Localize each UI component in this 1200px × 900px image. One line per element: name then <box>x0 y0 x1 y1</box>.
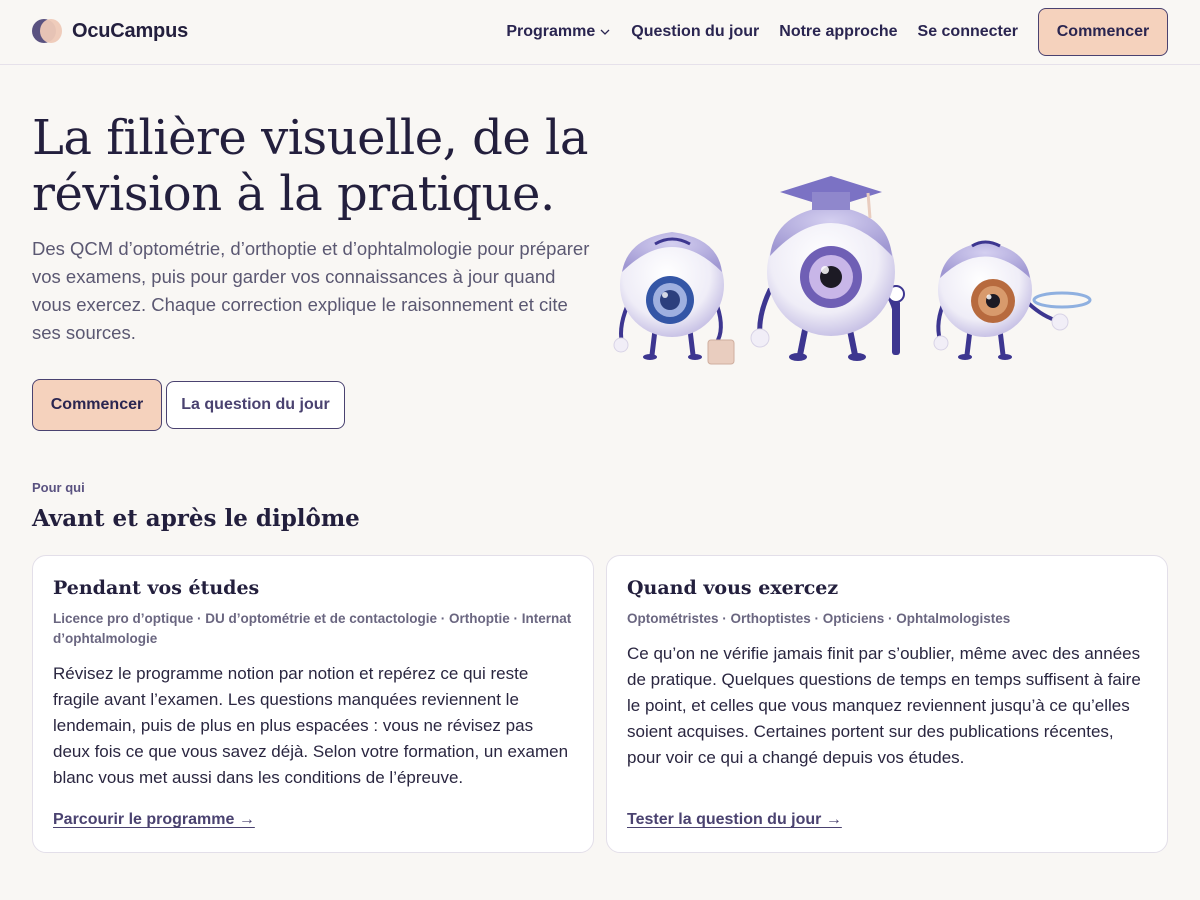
left-eyeball-mascot <box>613 232 735 365</box>
card-meta: Licence pro d’optique · DU d’optométrie … <box>53 611 572 646</box>
nav-notre-approche[interactable]: Notre approche <box>779 23 897 41</box>
hero-subtitle: Des QCM d’optométrie, d’orthoptie et d’o… <box>32 238 590 343</box>
right-eyeball-mascot <box>933 240 1092 360</box>
top-navigation-bar: OcuCampus Programme Question du jour Not… <box>0 0 1200 65</box>
header-start-button[interactable]: Commencer <box>1038 8 1168 56</box>
card-students: Pendant vos études Licence pro d’optique… <box>32 555 594 853</box>
logo-icon <box>32 19 62 43</box>
section-eyebrow: Pour qui <box>32 480 85 495</box>
eyeball-mascots-illustration <box>613 176 1092 365</box>
card-body: Révisez le programme notion par notion e… <box>53 664 569 787</box>
chevron-down-icon <box>600 29 610 35</box>
browse-programme-link[interactable]: Parcourir le programme → <box>53 811 255 829</box>
nav-programme[interactable]: Programme <box>506 23 611 41</box>
section-title: Avant et après le diplôme <box>32 505 360 532</box>
hero-question-button[interactable]: La question du jour <box>166 381 345 429</box>
hero-actions: Commencer La question du jour <box>32 379 345 431</box>
hero-title: La filière visuelle, de la révision à la… <box>32 110 589 222</box>
nav-se-connecter[interactable]: Se connecter <box>918 23 1018 41</box>
card-title: Pendant vos études <box>53 577 260 599</box>
nav-programme-label: Programme <box>506 23 596 40</box>
brand-name: OcuCampus <box>72 19 189 42</box>
nav-question-du-jour[interactable]: Question du jour <box>631 23 759 41</box>
main-nav: Programme Question du jour Notre approch… <box>506 8 1168 56</box>
card-meta: Optométristes · Orthoptistes · Opticiens… <box>627 611 1011 626</box>
card-body: Ce qu’on ne vérifie jamais finit par s’o… <box>627 644 1141 767</box>
hero-start-button[interactable]: Commencer <box>32 379 162 431</box>
brand-logo[interactable]: OcuCampus <box>32 19 188 43</box>
middle-eyeball-mascot <box>750 176 905 361</box>
test-question-link[interactable]: Tester la question du jour → <box>627 811 842 829</box>
card-practitioners: Quand vous exercez Optométristes · Ortho… <box>606 555 1168 853</box>
card-title: Quand vous exercez <box>627 577 839 599</box>
